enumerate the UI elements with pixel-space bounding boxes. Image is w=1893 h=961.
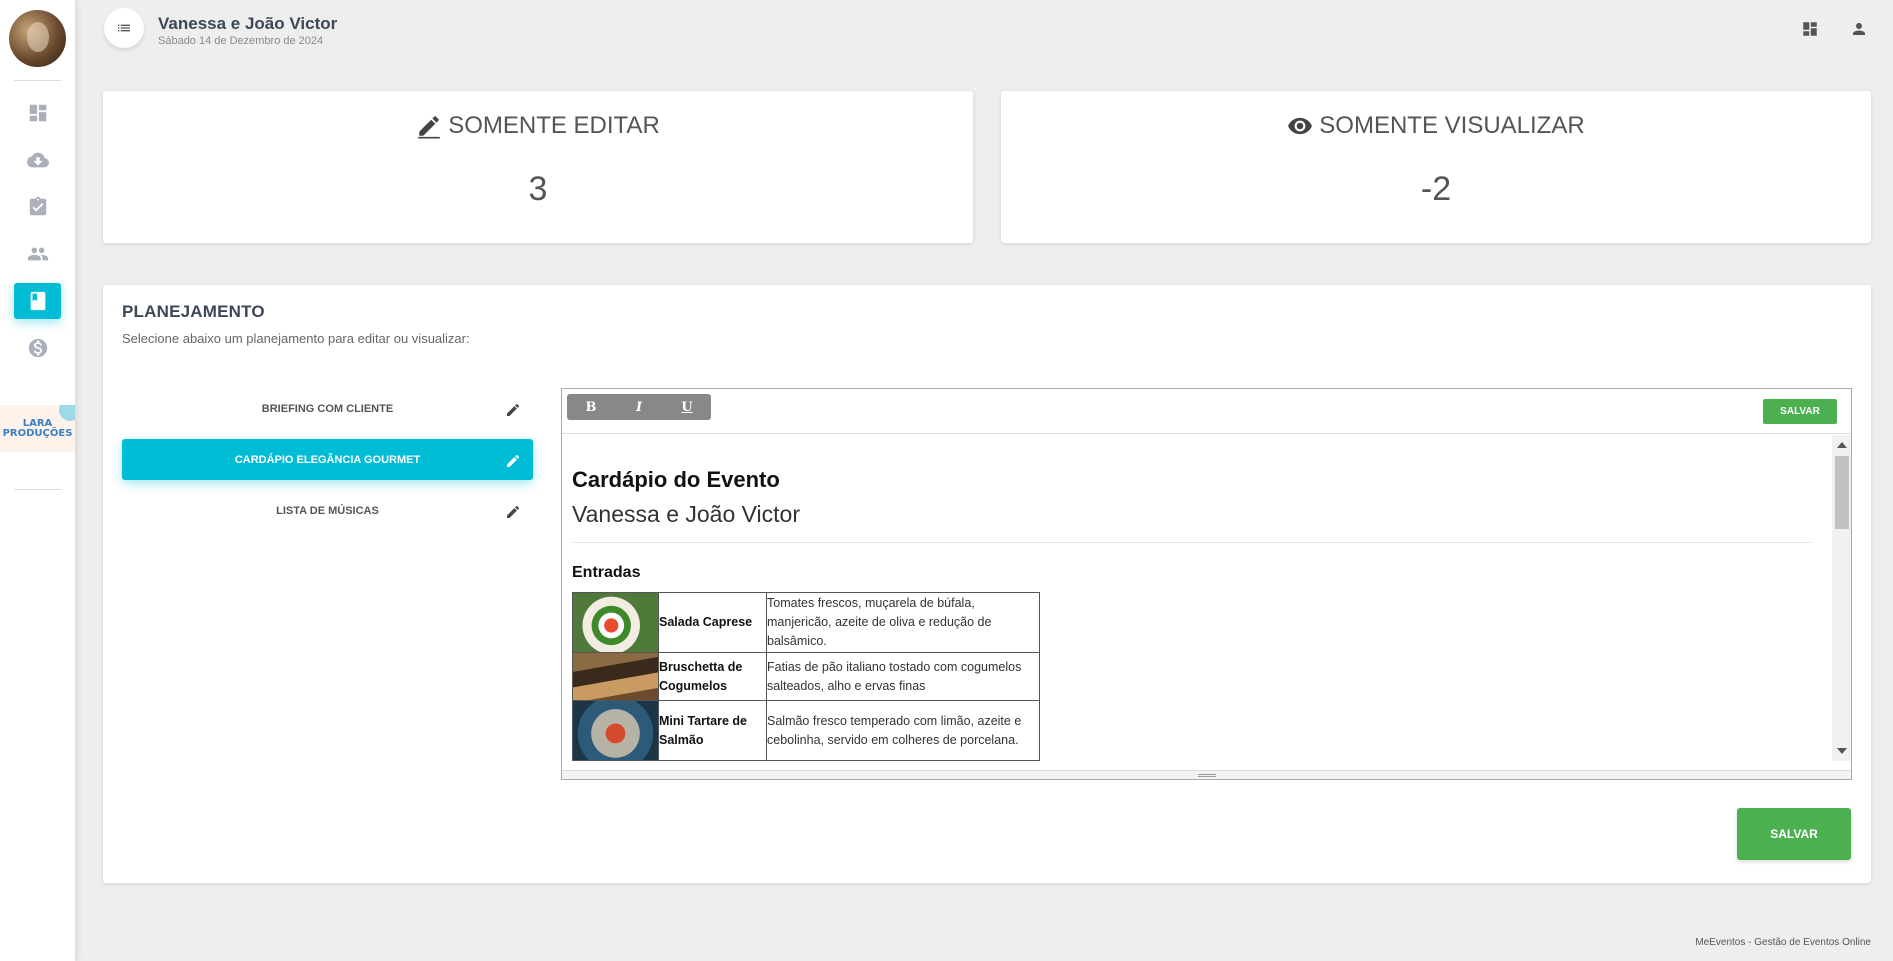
pencil-icon [418, 116, 441, 139]
sidebar-divider [14, 80, 61, 81]
sidebar-item-downloads[interactable] [14, 142, 61, 178]
editor-resize-handle[interactable] [562, 770, 1851, 779]
dish-image-cell [572, 592, 659, 653]
editor-scrollbar[interactable] [1832, 435, 1851, 761]
planning-item-musicas[interactable]: LISTA DE MÚSICAS [122, 490, 533, 531]
planning-title: PLANEJAMENTO [122, 302, 265, 321]
scroll-up-arrow[interactable] [1837, 442, 1847, 448]
stat-view-title: SOMENTE VISUALIZAR [1001, 112, 1871, 140]
scroll-down-arrow[interactable] [1837, 748, 1847, 754]
assignment-check-icon [29, 196, 46, 216]
stat-edit-value: 3 [528, 170, 548, 208]
eye-icon [1288, 117, 1313, 135]
sidebar-divider [14, 489, 61, 490]
cloud-download-icon [26, 152, 49, 168]
planning-item-label: CARDÁPIO ELEGÂNCIA GOURMET [234, 453, 421, 466]
dashboard-icon [1803, 22, 1817, 36]
stat-edit-label: SOMENTE EDITAR [448, 112, 660, 139]
avatar[interactable] [9, 10, 66, 67]
sidebar-item-tasks[interactable] [14, 189, 61, 225]
dish-image [573, 701, 658, 760]
sidebar-item-finance[interactable] [14, 330, 61, 366]
table-row: Mini Tartare de Salmão Salmão fresco tem… [572, 700, 1040, 761]
person-icon [1853, 23, 1865, 35]
table-row: Bruschetta de Cogumelos Fatias de pão it… [572, 652, 1040, 701]
stat-edit-title: SOMENTE EDITAR [103, 112, 973, 140]
format-button-group: B I U [567, 394, 711, 420]
planning-item-label: LISTA DE MÚSICAS [276, 504, 379, 517]
document-heading: Cardápio do Evento [572, 467, 780, 492]
editor-save-button[interactable]: SALVAR [1763, 399, 1837, 424]
rich-text-editor[interactable]: B I U SALVAR Cardápio do Evento Vanessa … [561, 388, 1852, 780]
save-button[interactable]: SALVAR [1737, 808, 1851, 860]
user-button[interactable] [1848, 18, 1870, 40]
editor-toolbar: B I U SALVAR [562, 389, 1851, 434]
dish-name: Salada Caprese [658, 592, 767, 653]
underline-button[interactable]: U [663, 394, 711, 420]
sidebar: LARA PRODUÇÕES [0, 0, 75, 961]
resize-grip-icon [1197, 774, 1216, 777]
book-icon [30, 291, 45, 311]
dish-image-cell [572, 700, 659, 761]
edit-icon[interactable] [505, 453, 521, 469]
dish-name: Bruschetta de Cogumelos [658, 652, 767, 701]
brand-logo-text: LARA PRODUÇÕES [2, 417, 73, 439]
event-date: Sábado 14 de Dezembro de 2024 [158, 35, 324, 47]
sidebar-item-dashboard[interactable] [14, 95, 61, 131]
sidebar-item-guests[interactable] [14, 236, 61, 272]
edit-icon[interactable] [505, 504, 521, 520]
dish-description: Tomates frescos, muçarela de búfala, man… [766, 592, 1040, 653]
dollar-icon [28, 338, 47, 358]
brand-logo: LARA PRODUÇÕES [0, 405, 75, 452]
people-icon [27, 247, 48, 261]
stat-view-value: -2 [1420, 170, 1452, 208]
dish-name: Mini Tartare de Salmão [658, 700, 767, 761]
italic-button[interactable]: I [615, 394, 663, 420]
bold-button[interactable]: B [567, 394, 615, 420]
planning-item-label: BRIEFING COM CLIENTE [261, 402, 394, 415]
dashboard-icon [29, 104, 46, 122]
table-row: Salada Caprese Tomates frescos, muçarela… [572, 592, 1040, 653]
planning-item-briefing[interactable]: BRIEFING COM CLIENTE [122, 388, 533, 429]
menu-toggle-button[interactable] [104, 8, 144, 48]
dish-description: Fatias de pão italiano tostado com cogum… [766, 652, 1040, 701]
menu-table: Salada Caprese Tomates frescos, muçarela… [572, 592, 1040, 761]
footer-text: MeEventos - Gestão de Eventos Online [1695, 937, 1871, 948]
document-section-title: Entradas [572, 564, 641, 581]
list-icon [118, 24, 130, 32]
dashboard-button[interactable] [1799, 18, 1821, 40]
page-title: Vanessa e João Victor [158, 14, 338, 33]
edit-icon[interactable] [505, 402, 521, 418]
scrollbar-thumb[interactable] [1835, 456, 1849, 529]
editor-content[interactable]: Cardápio do Evento Vanessa e João Victor… [562, 435, 1832, 761]
sidebar-item-planning[interactable] [14, 283, 61, 319]
document-divider [572, 542, 1812, 543]
dish-image [573, 593, 658, 652]
stat-view-label: SOMENTE VISUALIZAR [1319, 112, 1585, 139]
planning-subtitle: Selecione abaixo um planejamento para ed… [122, 331, 470, 346]
dish-image [573, 653, 658, 700]
dish-description: Salmão fresco temperado com limão, azeit… [766, 700, 1040, 761]
planning-item-cardapio[interactable]: CARDÁPIO ELEGÂNCIA GOURMET [122, 439, 533, 480]
dish-image-cell [572, 652, 659, 701]
document-couple: Vanessa e João Victor [572, 501, 801, 527]
